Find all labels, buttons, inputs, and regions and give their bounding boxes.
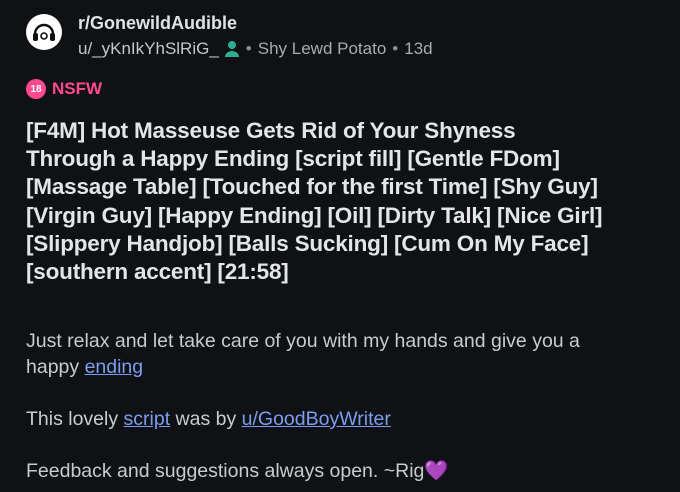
title-line: [Virgin Guy] [Happy Ending] [Oil] [Dirty… (26, 202, 603, 228)
body-text: Feedback and suggestions always open. ~R… (26, 460, 425, 482)
title-line: [southern accent] [21:58] (26, 259, 289, 285)
byline: u/_yKnIkYhSlRiG_ • Shy Lewd Potato • 13d (78, 37, 433, 61)
post-meta: r/GonewildAudible u/_yKnIkYhSlRiG_ • Shy… (78, 12, 433, 61)
writer-user-link[interactable]: u/GoodBoyWriter (242, 408, 391, 430)
post-header: r/GonewildAudible u/_yKnIkYhSlRiG_ • Shy… (26, 12, 433, 61)
title-line: [Massage Table] [Touched for the first T… (26, 174, 598, 200)
headphones-logo-icon (33, 23, 55, 41)
post-title[interactable]: [F4M] Hot Masseuse Gets Rid of Your Shyn… (26, 117, 666, 286)
ending-link[interactable]: ending (85, 356, 144, 378)
purple-heart-icon: 💜 (424, 460, 449, 482)
subreddit-name[interactable]: r/GonewildAudible (78, 12, 433, 34)
body-paragraph: Just relax and let take care of you with… (26, 328, 671, 380)
post-age: 13d (404, 39, 433, 58)
title-line: [Slippery Handjob] [Balls Sucking] [Cum … (26, 230, 589, 256)
reddit-post: r/GonewildAudible u/_yKnIkYhSlRiG_ • Shy… (0, 0, 680, 492)
nsfw-tag: 18 NSFW (26, 79, 102, 99)
body-text: was by (170, 408, 242, 430)
online-person-icon (224, 40, 240, 58)
bullet-separator: • (392, 39, 399, 58)
body-text: Just relax and let take care of you with… (26, 330, 580, 352)
title-line: Through a Happy Ending [script fill] [Ge… (26, 146, 560, 172)
nsfw-label: NSFW (52, 79, 103, 98)
body-paragraph: Feedback and suggestions always open. ~R… (26, 458, 671, 484)
nsfw-18-icon: 18 (26, 79, 46, 99)
body-paragraph: This lovely script was by u/GoodBoyWrite… (26, 406, 671, 432)
body-text: happy (26, 356, 85, 378)
script-link[interactable]: script (124, 408, 171, 430)
bullet-separator: • (245, 39, 252, 58)
author-flair: Shy Lewd Potato (257, 39, 387, 58)
title-line: [F4M] Hot Masseuse Gets Rid of Your Shyn… (26, 118, 516, 143)
post-body: Just relax and let take care of you with… (26, 328, 671, 484)
body-text: This lovely (26, 408, 124, 430)
subreddit-avatar[interactable] (26, 14, 62, 50)
author-name[interactable]: u/_yKnIkYhSlRiG_ (78, 37, 219, 61)
